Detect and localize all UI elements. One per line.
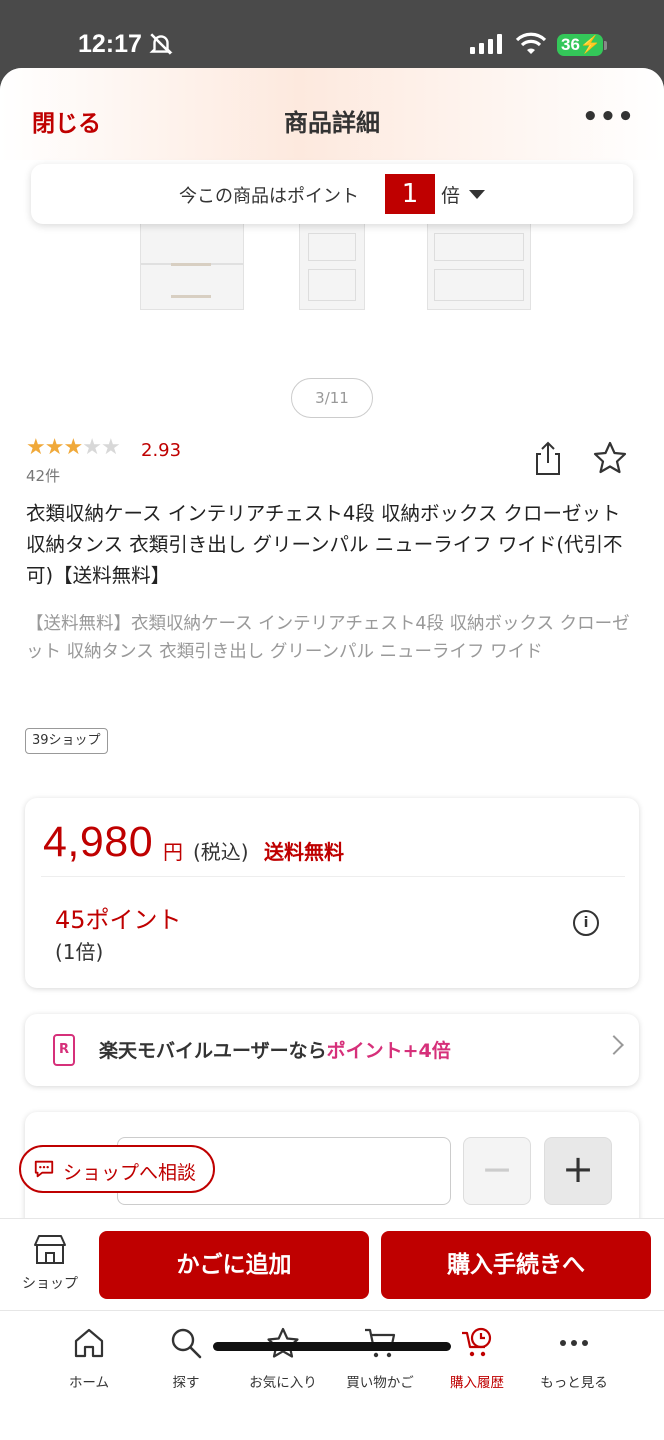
battery-cap (604, 41, 607, 50)
points-multiplier: (1倍) (55, 940, 104, 964)
quantity-decrease-button[interactable]: − (463, 1137, 531, 1205)
tab-cart[interactable]: 買い物かご (330, 1325, 430, 1391)
rakuten-mobile-icon: R (53, 1034, 75, 1066)
review-count[interactable]: 42件 (26, 465, 60, 486)
price-currency: 円 (163, 840, 183, 864)
image-counter: 3/11 (291, 378, 373, 418)
tab-home[interactable]: ホーム (39, 1325, 139, 1391)
tax-label: (税込) (193, 840, 249, 864)
tab-home-label: ホーム (68, 1375, 110, 1391)
quantity-increase-button[interactable]: + (544, 1137, 612, 1205)
share-icon[interactable] (532, 440, 564, 476)
cellular-signal-icon (470, 34, 502, 54)
charging-icon: ⚡ (579, 35, 602, 54)
tab-purchase-history[interactable]: 購入履歴 (427, 1325, 527, 1391)
chevron-right-icon (604, 1035, 624, 1055)
mobile-promo-text: 楽天モバイルユーザーならポイント+4倍 (99, 1036, 451, 1063)
battery-indicator: 36⚡ (557, 34, 603, 56)
info-icon[interactable]: i (573, 910, 599, 936)
tab-search[interactable]: 探す (136, 1325, 236, 1391)
favorite-star-icon[interactable] (592, 440, 628, 476)
shop-link-label: ショップ (22, 1276, 78, 1292)
more-dots-icon (560, 1340, 588, 1346)
points-earned: 45ポイント (55, 906, 182, 934)
price-amount: 4,980 (43, 818, 154, 866)
rating-value[interactable]: 2.93 (141, 440, 181, 461)
chat-bubble-icon (34, 1160, 54, 1178)
price-card: 4,980 円 (税込) 送料無料 45ポイント (1倍) i (25, 798, 639, 988)
wifi-icon (515, 32, 547, 54)
rating-stars: ★★★★★ (26, 435, 121, 460)
drawer-image-3 (427, 218, 531, 310)
star-icon: ★ (44, 435, 65, 460)
checkout-button[interactable]: 購入手続きへ (381, 1231, 651, 1299)
point-multiplier-banner[interactable]: 今この商品はポイント 1 倍 (31, 164, 633, 224)
drawer-image-1 (140, 218, 244, 310)
star-icon: ★ (63, 435, 83, 460)
caret-down-icon[interactable] (469, 190, 485, 199)
home-icon (74, 1328, 104, 1358)
more-options-icon[interactable]: ••• (582, 102, 635, 132)
rakuten-mobile-promo[interactable]: R 楽天モバイルユーザーならポイント+4倍 (25, 1014, 639, 1086)
battery-level: 36 (561, 35, 580, 54)
point-multiplier-suffix: 倍 (441, 185, 461, 207)
tab-cart-label: 買い物かご (346, 1375, 414, 1391)
purchase-action-bar: ショップ かごに追加 購入手続きへ (0, 1218, 664, 1311)
tab-favorites[interactable]: お気に入り (233, 1325, 333, 1391)
sheet-header: 閉じる 商品詳細 ••• (0, 68, 664, 160)
search-icon (171, 1328, 202, 1359)
purchase-history-icon (462, 1327, 492, 1357)
shop-consult-label: ショップへ相談 (63, 1162, 197, 1184)
product-image[interactable] (0, 218, 664, 378)
shop-consult-button[interactable]: ショップへ相談 (19, 1145, 215, 1193)
tab-search-label: 探す (172, 1375, 200, 1391)
mobile-promo-highlight: ポイント+4倍 (326, 1040, 451, 1062)
drawer-image-2 (299, 218, 365, 310)
tab-purchase-history-label: 購入履歴 (450, 1375, 504, 1391)
tab-more-label: もっと見る (540, 1375, 608, 1391)
divider (41, 876, 625, 877)
mobile-promo-label: 楽天モバイルユーザーなら (99, 1040, 327, 1062)
shop-badge: 39ショップ (25, 728, 108, 754)
product-detail-sheet: 閉じる 商品詳細 ••• 今この商品はポイント 1 倍 3/11 ★★★★★ 2… (0, 68, 664, 1440)
star-empty-icon: ★ (82, 435, 102, 460)
page-title: 商品詳細 (284, 109, 380, 137)
star-icon: ★ (26, 435, 46, 460)
status-bar: 12:17 36⚡ (0, 0, 664, 70)
point-multiplier-value: 1 (385, 174, 435, 214)
point-banner-text: 今この商品はポイント (179, 186, 359, 207)
star-empty-icon: ★ (100, 435, 121, 460)
product-subtitle: 【送料無料】衣類収納ケース インテリアチェスト4段 収納ボックス クローゼット … (26, 614, 630, 662)
tab-favorites-label: お気に入り (249, 1375, 317, 1391)
bottom-tab-bar: ホーム 探す お気に入り 買い物かご 購入履歴 もっと見る (0, 1310, 664, 1440)
bell-muted-icon (149, 33, 173, 55)
status-time: 12:17 (78, 30, 142, 58)
home-indicator (213, 1342, 451, 1351)
add-to-cart-button[interactable]: かごに追加 (99, 1231, 369, 1299)
shop-link[interactable]: ショップ (18, 1233, 82, 1293)
tab-more[interactable]: もっと見る (524, 1325, 624, 1391)
product-title: 衣類収納ケース インテリアチェスト4段 収納ボックス クローゼット 収納タンス … (26, 502, 623, 587)
free-shipping-label: 送料無料 (264, 840, 344, 864)
shop-icon (34, 1235, 66, 1264)
